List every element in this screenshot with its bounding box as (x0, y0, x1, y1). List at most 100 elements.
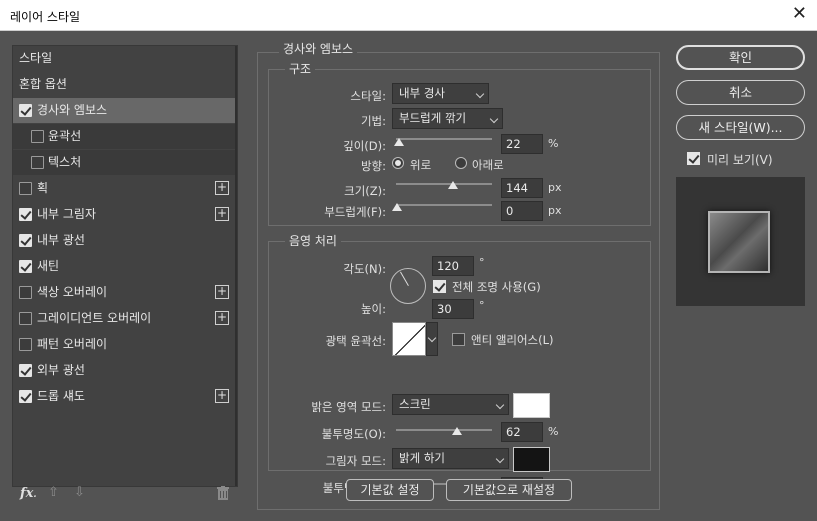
shading-title: 음영 처리 (285, 232, 341, 249)
size-input[interactable]: 144 (501, 178, 543, 198)
direction-up-radio[interactable] (392, 157, 404, 169)
style-item-checkbox[interactable] (31, 156, 44, 169)
styles-list-scrollbar[interactable] (235, 46, 237, 486)
style-item[interactable]: 경사와 엠보스 (13, 98, 235, 123)
style-item[interactable]: 외부 광선 (13, 358, 235, 383)
size-slider-thumb[interactable] (447, 181, 458, 189)
size-unit: px (548, 181, 562, 194)
style-item-checkbox[interactable] (31, 130, 44, 143)
technique-label: 기법: (360, 114, 386, 128)
style-item[interactable]: 그레이디언트 오버레이 + (13, 306, 235, 331)
add-effect-icon[interactable]: + (215, 389, 229, 403)
add-effect-icon[interactable]: + (215, 207, 229, 221)
depth-slider-thumb[interactable] (394, 138, 405, 146)
layer-style-dialog: 스타일 혼합 옵션 경사와 엠보스 윤곽선 텍스처 획 + 내부 그림자 + 내부 광선 새틴 색상 … (0, 31, 817, 521)
highlight-mode-select[interactable]: 스크린 (392, 394, 509, 415)
style-item-label: 텍스처 (48, 155, 82, 169)
move-down-icon[interactable]: ⇩ (74, 485, 85, 500)
cancel-button[interactable]: 취소 (676, 80, 805, 105)
style-item-label: 외부 광선 (37, 363, 85, 377)
style-item-label: 획 (37, 181, 49, 195)
add-effect-icon[interactable]: + (215, 285, 229, 299)
style-item-label: 패턴 오버레이 (37, 337, 108, 351)
style-item[interactable]: 드롭 섀도 + (13, 384, 235, 409)
shadow-color-swatch[interactable] (513, 447, 550, 472)
style-item-checkbox[interactable] (19, 390, 32, 403)
shadow-mode-select[interactable]: 밝게 하기 (392, 448, 509, 469)
preview-label[interactable]: 미리 보기(V) (707, 151, 773, 168)
style-item-label: 색상 오버레이 (37, 285, 108, 299)
style-item-checkbox[interactable] (19, 312, 32, 325)
gloss-contour-dropdown[interactable] (426, 322, 438, 356)
add-effect-icon[interactable]: + (215, 311, 229, 325)
style-item-checkbox[interactable] (19, 260, 32, 273)
highlight-color-swatch[interactable] (513, 393, 550, 418)
soften-slider-thumb[interactable] (392, 203, 402, 211)
highlight-opacity-unit: % (548, 425, 559, 438)
fx-menu-icon[interactable]: fx. (20, 486, 36, 501)
direction-label: 방향: (360, 159, 386, 173)
window-title: 레이어 스타일 (10, 10, 81, 24)
style-item-checkbox[interactable] (19, 286, 32, 299)
size-slider[interactable] (396, 183, 492, 185)
anti-alias-label[interactable]: 앤티 앨리어스(L) (471, 332, 554, 348)
style-item-checkbox[interactable] (19, 234, 32, 247)
soften-label: 부드럽게(F): (324, 205, 386, 219)
ok-button[interactable]: 확인 (676, 45, 805, 70)
style-item[interactable]: 새틴 (13, 254, 235, 279)
style-item-checkbox[interactable] (19, 208, 32, 221)
angle-unit: ° (479, 256, 485, 269)
direction-down-label[interactable]: 아래로 (472, 157, 504, 173)
style-item[interactable]: 내부 그림자 + (13, 202, 235, 227)
style-select[interactable]: 내부 경사 (392, 83, 489, 104)
styles-list-panel: 스타일 혼합 옵션 경사와 엠보스 윤곽선 텍스처 획 + 내부 그림자 + 내부 광선 새틴 색상 … (12, 45, 238, 487)
highlight-opacity-input[interactable]: 62 (501, 422, 543, 442)
depth-slider[interactable] (396, 138, 492, 140)
gloss-contour-preview[interactable] (392, 322, 426, 356)
style-item-checkbox[interactable] (19, 104, 32, 117)
soften-slider[interactable] (396, 204, 492, 206)
style-item-checkbox[interactable] (19, 364, 32, 377)
style-item-checkbox[interactable] (19, 338, 32, 351)
technique-select[interactable]: 부드럽게 깎기 (392, 108, 503, 129)
style-item[interactable]: 패턴 오버레이 (13, 332, 235, 357)
angle-dial[interactable] (390, 268, 426, 304)
styles-list-footer: fx. ⇧ ⇩ (12, 483, 238, 505)
depth-input[interactable]: 22 (501, 134, 543, 154)
global-light-checkbox[interactable] (433, 280, 446, 293)
gloss-contour-label: 광택 윤곽선: (325, 334, 386, 348)
direction-down-radio[interactable] (455, 157, 467, 169)
close-icon[interactable]: ✕ (792, 5, 807, 23)
style-item[interactable]: 색상 오버레이 + (13, 280, 235, 305)
shadow-mode-label: 그림자 모드: (325, 454, 386, 468)
trash-icon[interactable] (217, 486, 229, 500)
style-item[interactable]: 내부 광선 (13, 228, 235, 253)
add-effect-icon[interactable]: + (215, 181, 229, 195)
direction-up-label[interactable]: 위로 (410, 157, 431, 173)
anti-alias-checkbox[interactable] (452, 333, 465, 346)
style-item[interactable]: 스타일 (13, 46, 235, 71)
new-style-button[interactable]: 새 스타일(W)... (676, 115, 805, 140)
chevron-down-icon (495, 400, 505, 410)
style-item-label: 스타일 (19, 51, 53, 65)
make-default-button[interactable]: 기본값 설정 (346, 479, 434, 501)
style-item-label: 새틴 (37, 259, 60, 273)
soften-input[interactable]: 0 (501, 201, 543, 221)
preview-checkbox[interactable] (687, 152, 700, 165)
style-item-checkbox[interactable] (19, 182, 32, 195)
highlight-opacity-slider-thumb[interactable] (451, 427, 462, 435)
soften-unit: px (548, 204, 562, 217)
angle-input[interactable]: 120 (432, 256, 474, 276)
reset-default-button[interactable]: 기본값으로 재설정 (446, 479, 572, 501)
structure-title: 구조 (285, 60, 316, 77)
highlight-opacity-slider[interactable] (396, 429, 492, 431)
style-item[interactable]: 텍스처 (13, 150, 235, 175)
altitude-input[interactable]: 30 (432, 299, 474, 319)
move-up-icon[interactable]: ⇧ (48, 485, 59, 500)
angle-needle (400, 271, 409, 286)
global-light-label[interactable]: 전체 조명 사용(G) (452, 279, 541, 295)
style-item[interactable]: 혼합 옵션 (13, 72, 235, 97)
style-item[interactable]: 윤곽선 (13, 124, 235, 149)
title-bar: 레이어 스타일 ✕ (0, 0, 817, 31)
style-item[interactable]: 획 + (13, 176, 235, 201)
